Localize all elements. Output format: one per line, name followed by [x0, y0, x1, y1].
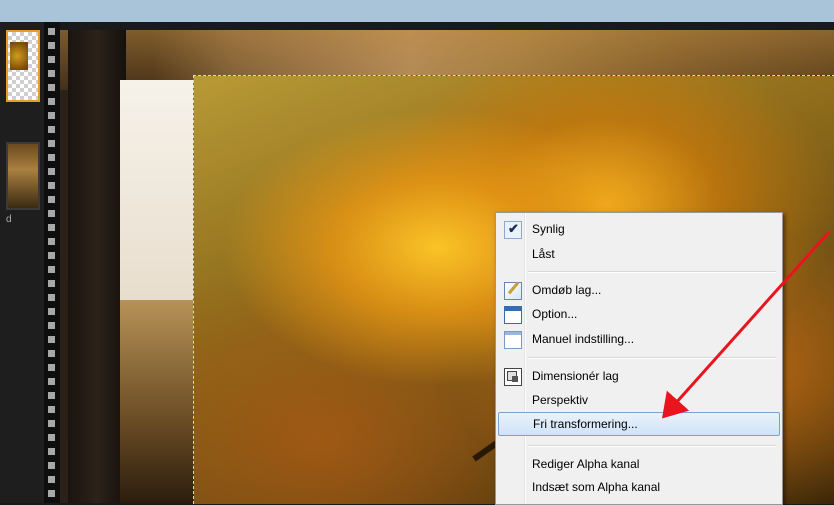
- menu-item-free-transform[interactable]: Fri transformering...: [498, 412, 780, 436]
- layer-thumbnail-selected[interactable]: [6, 30, 40, 102]
- filmstrip-hole: [48, 476, 55, 483]
- filmstrip-hole: [48, 42, 55, 49]
- filmstrip-hole: [48, 266, 55, 273]
- filmstrip-hole: [48, 448, 55, 455]
- menu-item-label: Synlig: [532, 222, 565, 236]
- sky-area: [120, 80, 200, 320]
- menu-item-insert-as-alpha-channel[interactable]: Indsæt som Alpha kanal: [498, 476, 778, 498]
- filmstrip-hole: [48, 336, 55, 343]
- menu-separator: [528, 357, 776, 359]
- title-bar: [0, 0, 834, 22]
- filmstrip-hole: [48, 224, 55, 231]
- check-icon: ✔: [504, 221, 522, 239]
- window-icon: [504, 306, 522, 324]
- filmstrip-hole: [48, 308, 55, 315]
- filmstrip-hole: [48, 462, 55, 469]
- forest-area: [120, 300, 200, 503]
- layers-panel: d: [0, 22, 44, 503]
- menu-separator: [528, 445, 776, 447]
- filmstrip-hole: [48, 378, 55, 385]
- filmstrip-hole: [48, 238, 55, 245]
- layer-thumbnail-background[interactable]: [6, 142, 40, 210]
- filmstrip-hole: [48, 392, 55, 399]
- filmstrip-hole: [48, 98, 55, 105]
- menu-item-visible[interactable]: ✔ Synlig: [498, 218, 778, 240]
- filmstrip-hole: [48, 210, 55, 217]
- filmstrip-hole: [48, 56, 55, 63]
- menu-item-label: Manuel indstilling...: [532, 332, 635, 346]
- menu-item-label: Låst: [532, 247, 555, 261]
- filmstrip-hole: [48, 196, 55, 203]
- filmstrip-hole: [48, 294, 55, 301]
- menu-item-rename-layer[interactable]: Omdøb lag...: [498, 279, 778, 301]
- filmstrip-hole: [48, 364, 55, 371]
- filmstrip-hole: [48, 154, 55, 161]
- layer-context-menu: ✔ Synlig Låst Omdøb lag... Option... Man…: [495, 212, 783, 505]
- menu-item-locked[interactable]: Låst: [498, 243, 778, 265]
- filmstrip-hole: [48, 70, 55, 77]
- menu-separator: [528, 271, 776, 273]
- menu-item-label: Fri transformering...: [533, 417, 638, 431]
- filmstrip-hole: [48, 140, 55, 147]
- filmstrip-hole: [48, 280, 55, 287]
- filmstrip-hole: [48, 28, 55, 35]
- rename-icon: [504, 282, 522, 300]
- menu-item-label: Option...: [532, 307, 578, 321]
- filmstrip-hole: [48, 322, 55, 329]
- menu-item-label: Rediger Alpha kanal: [532, 457, 640, 471]
- resize-icon: [504, 368, 522, 386]
- filmstrip-hole: [48, 182, 55, 189]
- filmstrip-hole: [48, 252, 55, 259]
- tree-trunk: [68, 30, 126, 503]
- menu-item-label: Dimensionér lag: [532, 369, 619, 383]
- menu-item-resize-layer[interactable]: Dimensionér lag: [498, 365, 778, 387]
- filmstrip-hole: [48, 420, 55, 427]
- filmstrip-hole: [48, 490, 55, 497]
- window-settings-icon: [504, 331, 522, 349]
- thumbnail-caption: d: [6, 214, 12, 225]
- menu-item-label: Indsæt som Alpha kanal: [532, 480, 661, 494]
- menu-item-edit-alpha-channel[interactable]: Rediger Alpha kanal: [498, 453, 778, 475]
- menu-item-perspective[interactable]: Perspektiv: [498, 389, 778, 411]
- filmstrip-hole: [48, 112, 55, 119]
- menu-item-label: Perspektiv: [532, 393, 589, 407]
- filmstrip-hole: [48, 126, 55, 133]
- filmstrip-hole: [48, 84, 55, 91]
- filmstrip-border: [44, 22, 60, 503]
- menu-item-label: Omdøb lag...: [532, 283, 602, 297]
- filmstrip-hole: [48, 406, 55, 413]
- filmstrip-hole: [48, 168, 55, 175]
- menu-item-manual-settings[interactable]: Manuel indstilling...: [498, 328, 778, 350]
- filmstrip-hole: [48, 350, 55, 357]
- menu-item-option[interactable]: Option...: [498, 303, 778, 325]
- filmstrip-hole: [48, 434, 55, 441]
